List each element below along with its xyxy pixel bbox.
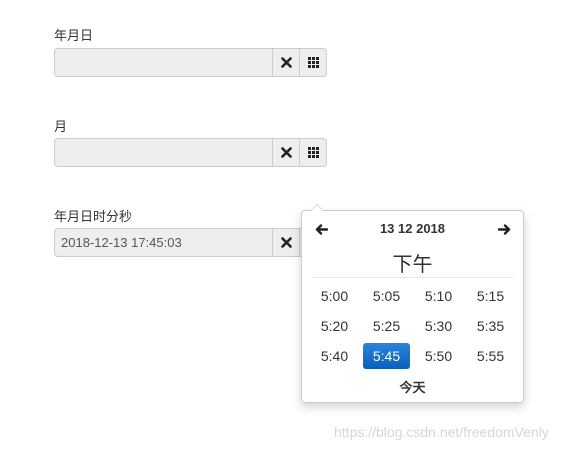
time-cell[interactable]: 5:20 [311,313,358,339]
watermark: https://blog.csdn.net/freedomVenly [334,424,549,440]
month-input[interactable] [54,138,273,167]
month-input-group [54,138,327,167]
calendar-button[interactable] [300,138,327,167]
datetime-input-group: 2018-12-13 17:45:03 [54,228,327,257]
time-cell[interactable]: 5:25 [363,313,410,339]
clear-button[interactable] [273,138,300,167]
meridiem-label[interactable]: 下午 [302,248,523,277]
time-cell-selected[interactable]: 5:45 [363,343,410,369]
time-cell[interactable]: 5:55 [467,343,514,369]
time-cell[interactable]: 5:00 [311,283,358,309]
calendar-button[interactable] [300,48,327,77]
time-picker-popup: 13 12 2018 下午 5:00 5:05 5:10 5:15 5:20 5:25 5:… [301,204,524,403]
next-button[interactable] [492,220,516,238]
grid-icon [307,147,319,158]
grid-icon [307,57,319,68]
time-grid: 5:00 5:05 5:10 5:15 5:20 5:25 5:30 5:35 5:40 5:45… [311,283,517,369]
close-icon [280,57,292,68]
prev-button[interactable] [309,220,333,238]
time-cell[interactable]: 5:30 [415,313,462,339]
close-icon [280,237,292,248]
date-input[interactable] [54,48,273,77]
time-cell[interactable]: 5:05 [363,283,410,309]
month-label: 月 [54,120,68,135]
arrow-right-icon [497,223,510,235]
time-cell[interactable]: 5:50 [415,343,462,369]
date-label: 年月日 [54,29,94,44]
clear-button[interactable] [273,228,300,257]
datetime-input[interactable]: 2018-12-13 17:45:03 [54,228,273,257]
divider [312,277,513,278]
close-icon [280,147,292,158]
datetime-label: 年月日时分秒 [54,210,133,225]
time-cell[interactable]: 5:10 [415,283,462,309]
date-input-group [54,48,327,77]
time-cell[interactable]: 5:35 [467,313,514,339]
today-button[interactable]: 今天 [302,377,523,396]
picker-nav: 13 12 2018 [302,220,523,238]
picker-title[interactable]: 13 12 2018 [342,221,483,236]
clear-button[interactable] [273,48,300,77]
arrow-left-icon [315,223,328,235]
time-cell[interactable]: 5:15 [467,283,514,309]
time-cell[interactable]: 5:40 [311,343,358,369]
